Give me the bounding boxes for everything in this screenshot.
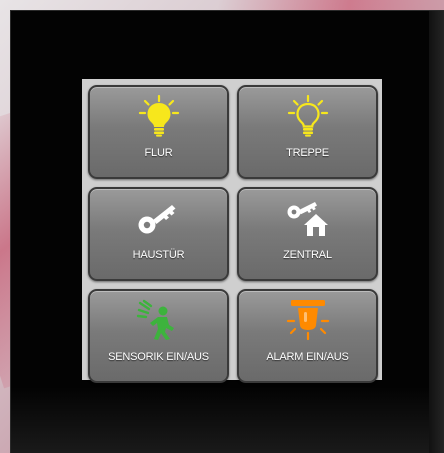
treppe-label: TREPPE xyxy=(286,147,329,159)
alarm-label: ALARM EIN/AUS xyxy=(266,351,349,363)
treppe-button[interactable]: TREPPE xyxy=(237,85,378,179)
button-grid: FLUR TREPPE HAUSTÜR ZENTRAL SENSORIK EIN… xyxy=(88,85,378,383)
device-bottom-sheen xyxy=(11,387,444,453)
zentral-label: ZENTRAL xyxy=(283,249,332,261)
flur-button[interactable]: FLUR xyxy=(88,85,229,179)
device-right-edge xyxy=(429,11,444,453)
sensorik-button[interactable]: SENSORIK EIN/AUS xyxy=(88,289,229,383)
haustuer-label: HAUSTÜR xyxy=(132,249,185,261)
alarm-button[interactable]: ALARM EIN/AUS xyxy=(237,289,378,383)
sensorik-label: SENSORIK EIN/AUS xyxy=(108,351,209,363)
touch-panel-screen: FLUR TREPPE HAUSTÜR ZENTRAL SENSORIK EIN… xyxy=(82,79,382,383)
key-house-icon xyxy=(285,197,331,239)
lightbulb-outline-icon xyxy=(285,95,331,137)
motion-sensor-icon xyxy=(136,299,182,341)
haustuer-button[interactable]: HAUSTÜR xyxy=(88,187,229,281)
flur-label: FLUR xyxy=(144,147,173,159)
zentral-button[interactable]: ZENTRAL xyxy=(237,187,378,281)
alarm-siren-icon xyxy=(285,299,331,341)
lightbulb-on-icon xyxy=(136,95,182,137)
key-icon xyxy=(136,197,182,239)
